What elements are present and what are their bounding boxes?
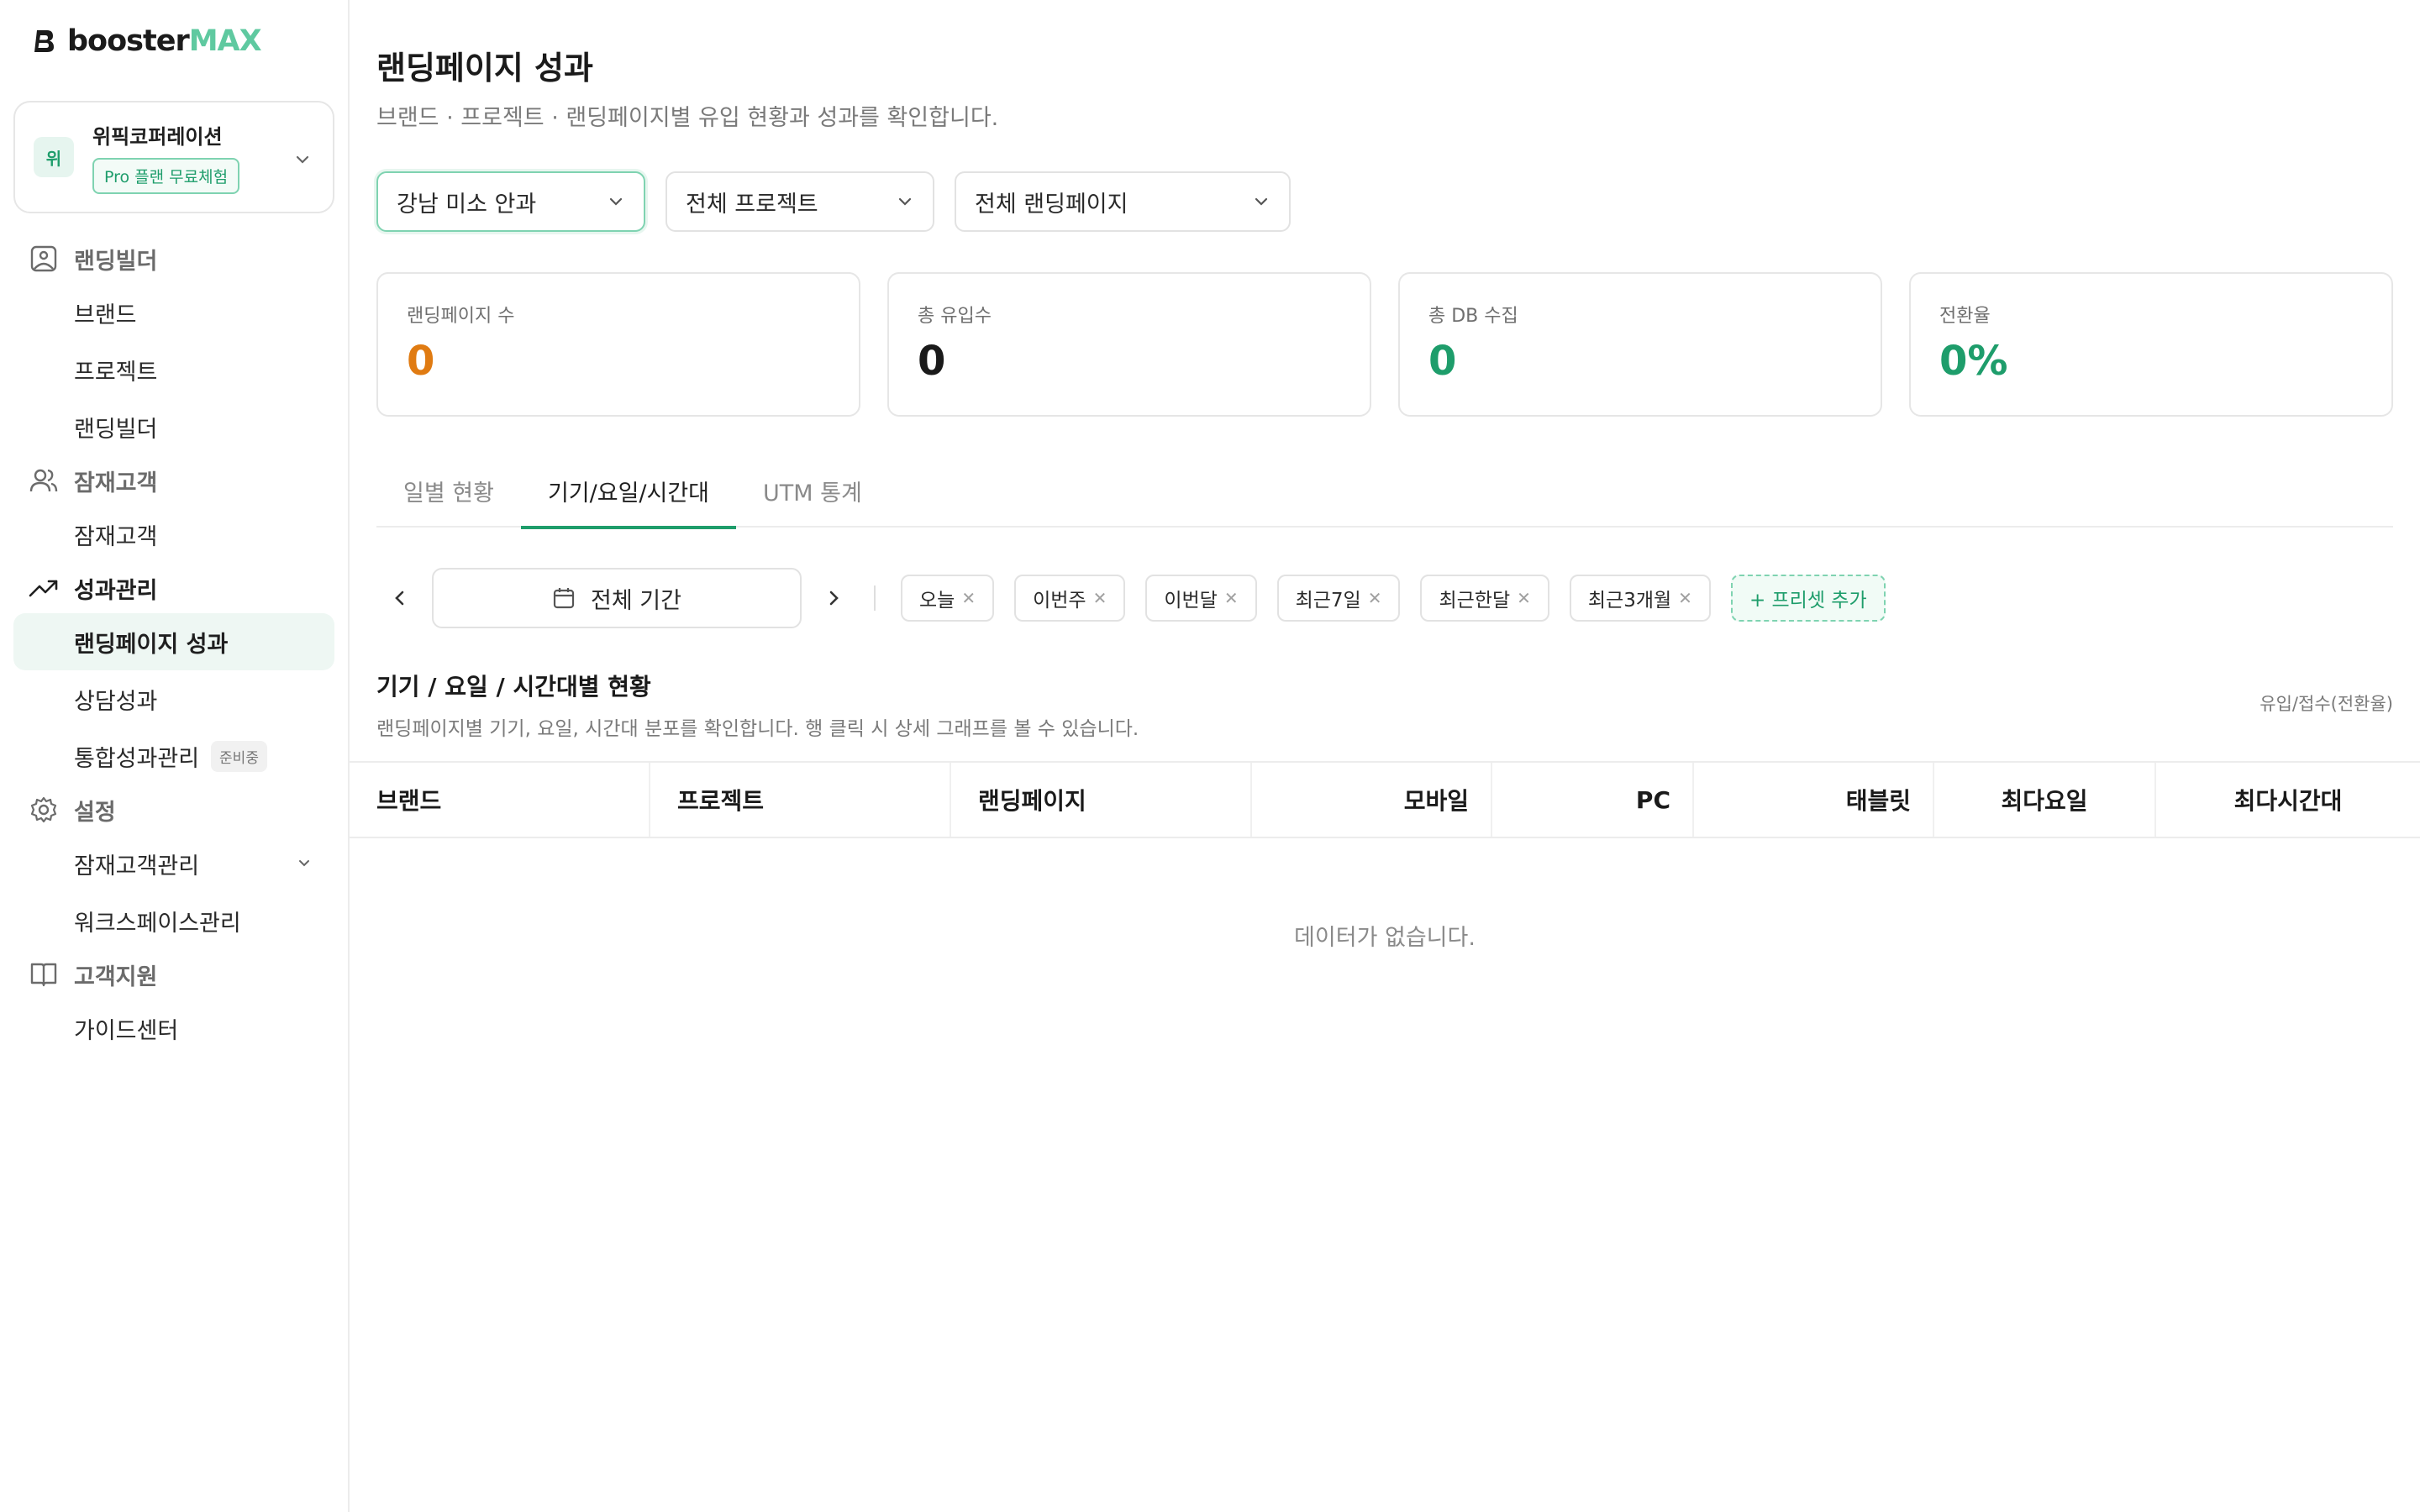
stat-card-total-visits: 총 유입수 0 [887,272,1371,417]
filter-bar: 강남 미소 안과 전체 프로젝트 전체 랜딩페이지 [376,171,1291,232]
column-header-top-day[interactable]: 최다요일 [1934,763,2156,837]
chevron-down-icon [296,155,309,164]
preset-chip-today[interactable]: 오늘 ✕ [901,575,995,622]
brand-select[interactable]: 강남 미소 안과 [376,171,645,232]
chevron-down-icon [898,197,912,206]
add-preset-button[interactable]: + 프리셋 추가 [1730,575,1886,622]
sidebar-item-leads[interactable]: 잠재고객 [13,506,334,563]
workspace-avatar: 위 [34,137,74,177]
stat-value: 0% [1939,338,2008,385]
booster-logo-icon [34,30,54,52]
stat-value: 0 [1428,338,1457,385]
empty-state-message: 데이터가 없습니다. [1294,924,1476,951]
sidebar-item-consult-performance[interactable]: 상담성과 [13,670,334,727]
sidebar-item-landing-performance[interactable]: 랜딩페이지 성과 [13,613,334,670]
table-header: 브랜드 프로젝트 랜딩페이지 모바일 PC 태블릿 최다요일 최다시간대 [350,761,2420,838]
sidebar: boosterMAX 위 위픽코퍼레이션 Pro 플랜 무료체험 랜딩빌더 브랜… [0,0,350,1512]
stat-value: 0 [918,338,946,385]
column-header-project[interactable]: 프로젝트 [650,763,951,837]
tab-device-day-time[interactable]: 기기/요일/시간대 [520,454,737,529]
nav-group-settings[interactable]: 설정 [13,785,334,835]
logo-text: boosterMAX [67,24,262,58]
column-header-mobile[interactable]: 모바일 [1252,763,1492,837]
column-header-brand[interactable]: 브랜드 [350,763,650,837]
preset-chip-last-month[interactable]: 최근한달 ✕ [1420,575,1549,622]
users-icon [29,469,58,492]
nav-group-leads[interactable]: 잠재고객 [13,455,334,506]
column-header-pc[interactable]: PC [1492,763,1694,837]
prev-period-button[interactable] [376,568,424,628]
stats-table: 브랜드 프로젝트 랜딩페이지 모바일 PC 태블릿 최다요일 최다시간대 데이터… [350,761,2420,1032]
section-unit-label: 유입/접수(전환율) [2260,694,2393,714]
coming-soon-badge: 준비중 [211,740,267,772]
chevron-down-icon [299,860,309,867]
chevron-right-icon [829,591,839,606]
trend-icon [29,580,58,597]
column-header-landing-page[interactable]: 랜딩페이지 [951,763,1252,837]
close-icon[interactable]: ✕ [1368,588,1382,608]
sidebar-item-integrated-performance[interactable]: 통합성과관리 준비중 [13,727,334,785]
period-bar: 전체 기간 오늘 ✕ 이번주 ✕ 이번달 ✕ 최근7일 ✕ 최근한달 ✕ 최근3개월 ✕ +… [376,568,1886,628]
sidebar-item-lead-management[interactable]: 잠재고객관리 [13,835,334,892]
sidebar-item-brand[interactable]: 브랜드 [13,284,334,341]
sidebar-item-guide-center[interactable]: 가이드센터 [13,1000,334,1057]
sidebar-item-workspace-management[interactable]: 워크스페이스관리 [13,892,334,949]
plan-badge: Pro 플랜 무료체험 [92,158,240,194]
workspace-switcher[interactable]: 위 위픽코퍼레이션 Pro 플랜 무료체험 [13,101,334,213]
nav-group-performance[interactable]: 성과관리 [13,563,334,613]
next-period-button[interactable] [810,568,857,628]
image-icon [30,245,57,272]
page-subtitle: 브랜드 · 프로젝트 · 랜딩페이지별 유입 현황과 성과를 확인합니다. [376,105,999,131]
book-icon [30,963,57,987]
chevron-down-icon [1255,197,1268,206]
preset-chip-this-month[interactable]: 이번달 ✕ [1145,575,1257,622]
stat-card-landing-count: 랜딩페이지 수 0 [376,272,860,417]
chevron-left-icon [395,591,404,606]
project-select[interactable]: 전체 프로젝트 [666,171,934,232]
logo[interactable]: boosterMAX [30,22,262,60]
stat-card-conversion-rate: 전환율 0% [1909,272,2393,417]
close-icon[interactable]: ✕ [1093,588,1107,608]
tab-bar: 일별 현황 기기/요일/시간대 UTM 통계 [376,454,2393,529]
gear-icon [30,796,57,823]
page-title: 랜딩페이지 성과 [376,50,593,87]
nav-group-support[interactable]: 고객지원 [13,949,334,1000]
close-icon[interactable]: ✕ [1224,588,1239,608]
column-header-top-time[interactable]: 최다시간대 [2156,763,2420,837]
sidebar-nav: 랜딩빌더 브랜드 프로젝트 랜딩빌더 잠재고객 잠재고객 성과관리 랜딩페이지 … [13,234,334,1057]
close-icon[interactable]: ✕ [1678,588,1692,608]
date-range-picker[interactable]: 전체 기간 [432,568,802,628]
divider [874,585,876,611]
sidebar-item-project[interactable]: 프로젝트 [13,341,334,398]
close-icon[interactable]: ✕ [1517,588,1531,608]
stat-card-total-db: 총 DB 수집 0 [1398,272,1882,417]
stat-cards: 랜딩페이지 수 0 총 유입수 0 총 DB 수집 0 전환율 0% [376,272,2393,417]
column-header-tablet[interactable]: 태블릿 [1694,763,1934,837]
chevron-down-icon [609,197,623,206]
section-description: 랜딩페이지별 기기, 요일, 시간대 분포를 확인합니다. 행 클릭 시 상세 … [376,718,1139,740]
section-title: 기기 / 요일 / 시간대별 현황 [376,673,651,701]
calendar-icon [553,588,575,609]
tab-utm[interactable]: UTM 통계 [736,454,889,528]
nav-group-landing-builder[interactable]: 랜딩빌더 [13,234,334,284]
preset-chip-last-3-months[interactable]: 최근3개월 ✕ [1569,575,1711,622]
workspace-name: 위픽코퍼레이션 [92,125,223,149]
preset-chips: 오늘 ✕ 이번주 ✕ 이번달 ✕ 최근7일 ✕ 최근한달 ✕ 최근3개월 ✕ + 프리셋 추… [901,575,1886,622]
close-icon[interactable]: ✕ [961,588,976,608]
main-content: 랜딩페이지 성과 브랜드 · 프로젝트 · 랜딩페이지별 유입 현황과 성과를 … [350,0,2420,1512]
tab-daily[interactable]: 일별 현황 [376,454,521,528]
sidebar-item-landing-builder[interactable]: 랜딩빌더 [13,398,334,455]
landing-page-select[interactable]: 전체 랜딩페이지 [955,171,1291,232]
stat-value: 0 [407,338,435,385]
preset-chip-last-7-days[interactable]: 최근7일 ✕ [1276,575,1401,622]
preset-chip-this-week[interactable]: 이번주 ✕ [1014,575,1126,622]
